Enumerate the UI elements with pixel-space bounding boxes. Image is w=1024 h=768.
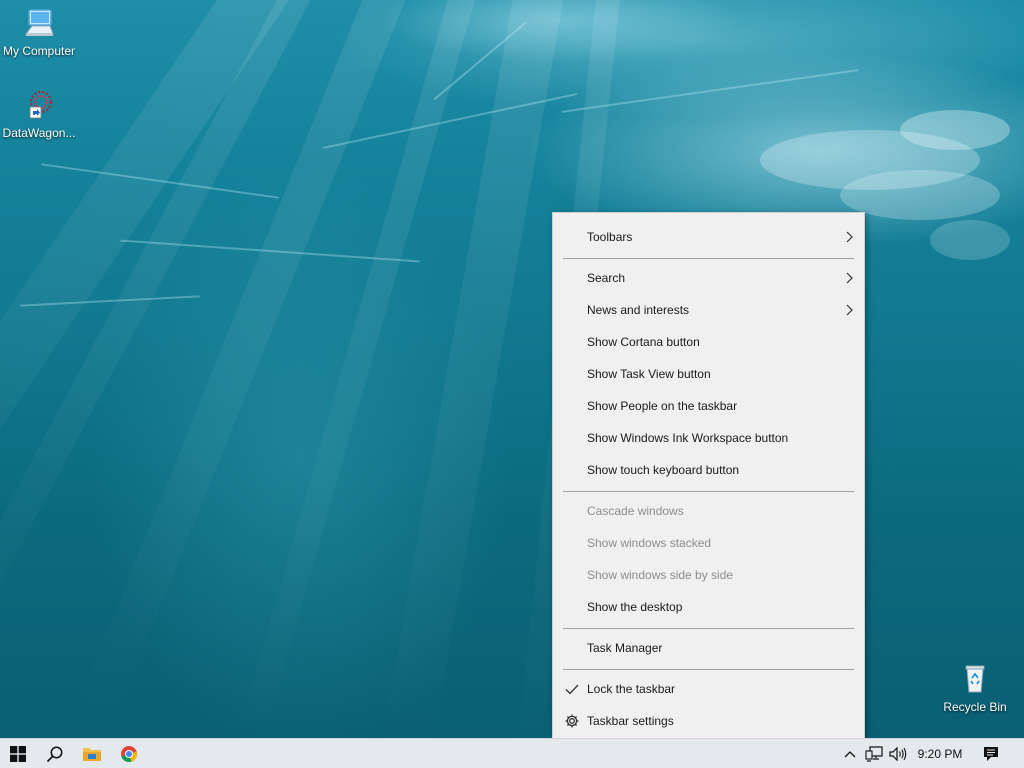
taskbar-context-menu: Toolbars Search News and interests Show … [552,212,865,744]
menu-item-cascade-windows: Cascade windows [553,495,864,527]
chevron-right-icon [846,231,853,243]
menu-item-label: Toolbars [587,230,633,244]
search-icon [46,746,63,763]
desktop-icon-label: Recycle Bin [943,700,1007,714]
menu-item-label: Lock the taskbar [587,682,676,696]
clock[interactable]: 9:20 PM [912,739,968,768]
menu-item-label: Show windows side by side [587,568,734,582]
desktop-icon-label: DataWagon... [2,126,76,140]
action-center-icon [984,747,998,761]
desktop-wallpaper [0,0,1024,738]
desktop-icon-my-computer[interactable]: My Computer [0,8,78,58]
menu-item-label: Show windows stacked [587,536,712,550]
start-button[interactable] [0,739,36,768]
show-hidden-icons-button[interactable] [840,739,860,768]
menu-item-label: Cascade windows [587,504,684,518]
search-button[interactable] [37,739,73,768]
chrome-button[interactable] [111,739,147,768]
chevron-right-icon [846,304,853,316]
desktop-icon-datawagon[interactable]: DataWagon... [0,90,78,140]
menu-item-search[interactable]: Search [553,262,864,294]
chevron-right-icon [846,272,853,284]
taskbar[interactable]: 9:20 PM [0,738,1024,768]
volume-button[interactable] [887,739,909,768]
network-icon [865,746,883,762]
menu-separator [563,258,854,259]
datawagon-shortcut-icon [0,90,78,123]
chevron-up-icon [844,751,856,758]
menu-item-show-task-view-button[interactable]: Show Task View button [553,358,864,390]
menu-item-label: Show Windows Ink Workspace button [587,431,789,445]
desktop-icon-recycle-bin[interactable]: Recycle Bin [936,662,1014,714]
menu-item-label: Taskbar settings [587,714,674,728]
menu-item-label: Show Cortana button [587,335,700,349]
folder-icon [83,748,101,761]
file-explorer-button[interactable] [74,739,110,768]
chrome-icon [121,746,138,763]
volume-icon [889,746,907,762]
network-button[interactable] [862,739,886,768]
menu-item-show-windows-ink-workspace-button[interactable]: Show Windows Ink Workspace button [553,422,864,454]
menu-item-label: Show People on the taskbar [587,399,738,413]
menu-item-label: Task Manager [587,641,663,655]
menu-separator [563,491,854,492]
menu-separator [563,669,854,670]
menu-item-show-people-on-taskbar[interactable]: Show People on the taskbar [553,390,864,422]
menu-item-show-touch-keyboard-button[interactable]: Show touch keyboard button [553,454,864,486]
checkmark-icon [565,684,579,695]
menu-separator [563,628,854,629]
menu-item-show-cortana-button[interactable]: Show Cortana button [553,326,864,358]
windows-logo-icon [10,746,26,762]
clock-time: 9:20 PM [917,747,963,761]
menu-item-label: Search [587,271,626,285]
menu-item-news-and-interests[interactable]: News and interests [553,294,864,326]
action-center-button[interactable] [978,739,1004,768]
computer-icon [0,8,78,41]
menu-item-label: Show Task View button [587,367,711,381]
menu-item-task-manager[interactable]: Task Manager [553,632,864,664]
desktop-icon-label: My Computer [2,44,76,58]
menu-item-label: Show the desktop [587,600,683,614]
menu-item-label: News and interests [587,303,690,317]
menu-item-toolbars[interactable]: Toolbars [553,221,864,253]
menu-item-show-the-desktop[interactable]: Show the desktop [553,591,864,623]
recycle-bin-icon [936,662,1014,697]
menu-item-lock-the-taskbar[interactable]: Lock the taskbar [553,673,864,705]
menu-item-show-windows-stacked: Show windows stacked [553,527,864,559]
menu-item-taskbar-settings[interactable]: Taskbar settings [553,705,864,737]
menu-item-label: Show touch keyboard button [587,463,740,477]
gear-icon [565,714,579,728]
menu-item-show-windows-side-by-side: Show windows side by side [553,559,864,591]
